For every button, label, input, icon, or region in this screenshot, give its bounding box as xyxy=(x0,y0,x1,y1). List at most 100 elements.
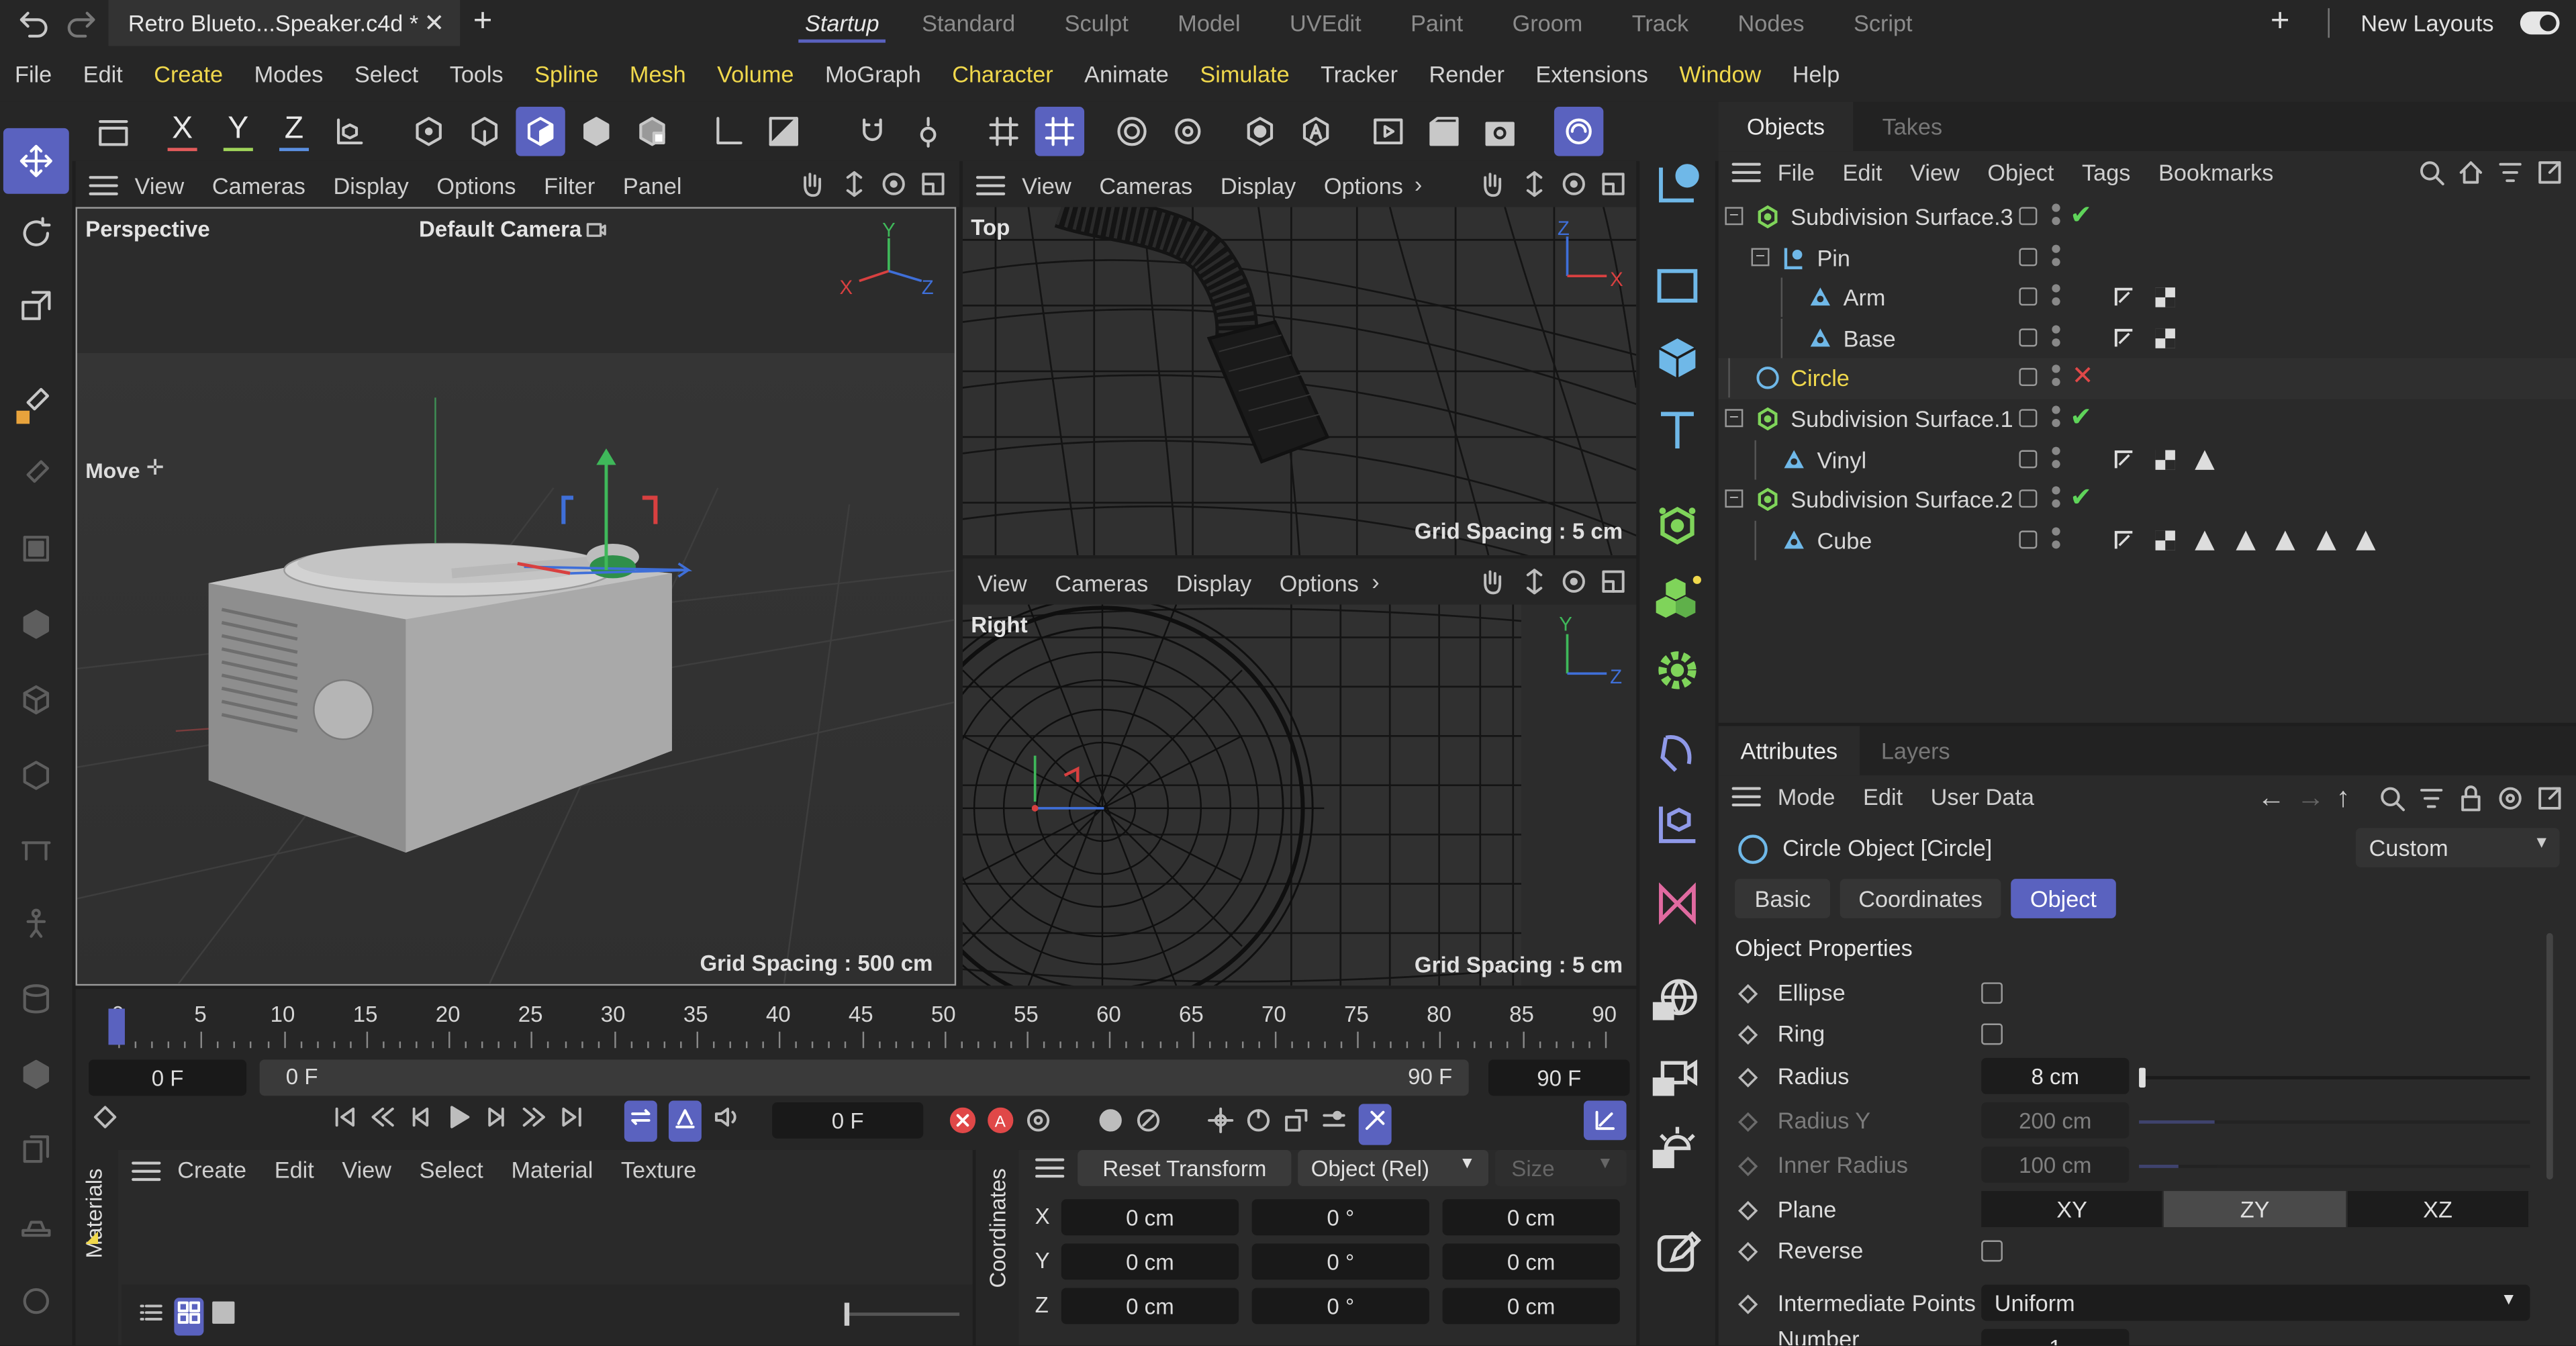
enabled-check-icon[interactable]: ✔ xyxy=(2070,199,2092,232)
layout-tab-paint[interactable]: Paint xyxy=(1411,0,1463,46)
menu-mesh[interactable]: Mesh xyxy=(630,61,686,87)
end-frame-field[interactable]: 90 F xyxy=(1488,1059,1630,1096)
go-to-end-icon[interactable] xyxy=(559,1104,585,1138)
visibility-dots-icon[interactable] xyxy=(2052,325,2060,334)
display-mode-icon[interactable] xyxy=(1235,107,1284,156)
gear-icon[interactable] xyxy=(1163,107,1212,156)
menu-volume[interactable]: Volume xyxy=(717,61,794,87)
viewport-menu-display[interactable]: Display xyxy=(333,173,408,199)
visibility-dots-icon[interactable] xyxy=(2052,446,2060,454)
selection-tag-icon[interactable] xyxy=(2314,528,2337,551)
polygons-mode-icon[interactable] xyxy=(516,107,565,156)
menu-create[interactable]: Create xyxy=(154,61,223,87)
subtab-object[interactable]: Object xyxy=(2010,879,2117,918)
sound-icon[interactable] xyxy=(713,1104,739,1138)
object-row-circle[interactable]: Circle ✕ xyxy=(1718,358,2576,399)
timeline-mode-icon[interactable] xyxy=(1583,1100,1627,1141)
layer-toggle-icon[interactable] xyxy=(2019,328,2038,346)
previous-key-icon[interactable] xyxy=(370,1104,396,1138)
workplane-icon[interactable] xyxy=(89,107,138,156)
subtab-coordinates[interactable]: Coordinates xyxy=(1840,879,2001,918)
layer-toggle-icon[interactable] xyxy=(2019,530,2038,548)
coord-x-pos-field[interactable]: 0 cm xyxy=(1061,1199,1239,1236)
layer-toggle-icon[interactable] xyxy=(2019,489,2038,508)
plane-option-zy[interactable]: ZY xyxy=(2164,1191,2348,1227)
layout-tab-script[interactable]: Script xyxy=(1854,0,1913,46)
layouts-toggle[interactable] xyxy=(2520,11,2560,35)
objects-menu-bookmarks[interactable]: Bookmarks xyxy=(2158,159,2273,185)
size-mode-select[interactable]: Size ▼ xyxy=(1494,1149,1627,1186)
uv-mode-icon[interactable] xyxy=(628,107,677,156)
workplane-snap-icon[interactable] xyxy=(1035,107,1085,156)
key-parameter-icon[interactable] xyxy=(1321,1107,1347,1141)
large-preview-icon[interactable] xyxy=(210,1300,236,1334)
viewport-menu-view[interactable]: View xyxy=(977,570,1027,596)
z-axis-lock-button[interactable]: Z xyxy=(269,107,318,156)
key-position-icon[interactable] xyxy=(1208,1107,1234,1141)
animate-diamond-icon[interactable] xyxy=(1738,1199,1758,1225)
maximize-view-icon[interactable] xyxy=(920,171,946,205)
viewport-menu-options[interactable]: Options xyxy=(436,173,516,199)
coord-y-scale-field[interactable]: 0 cm xyxy=(1442,1243,1620,1280)
maximize-view-icon[interactable] xyxy=(1600,171,1626,205)
play-icon[interactable] xyxy=(445,1104,471,1138)
deformer-gear-icon[interactable] xyxy=(1645,637,1711,703)
tab-layers[interactable]: Layers xyxy=(1860,726,1971,775)
redo-icon[interactable] xyxy=(62,7,99,51)
next-frame-icon[interactable] xyxy=(483,1104,509,1138)
menu-render[interactable]: Render xyxy=(1429,61,1504,87)
disabled-cross-icon[interactable]: ✕ xyxy=(2072,360,2094,393)
visibility-dots-icon[interactable] xyxy=(2052,244,2060,252)
menu-spline[interactable]: Spline xyxy=(534,61,598,87)
viewport-menu-cameras[interactable]: Cameras xyxy=(1055,570,1148,596)
layout-tab-track[interactable]: Track xyxy=(1632,0,1688,46)
key-scale-icon[interactable] xyxy=(1283,1107,1309,1141)
layout-tab-sculpt[interactable]: Sculpt xyxy=(1065,0,1129,46)
add-layout-icon[interactable]: + xyxy=(2271,3,2290,41)
layer-toggle-icon[interactable] xyxy=(2019,449,2038,468)
frame-input[interactable]: 0 F xyxy=(772,1102,924,1139)
attributes-menu-edit[interactable]: Edit xyxy=(1863,783,1903,810)
visibility-dots-icon[interactable] xyxy=(2052,203,2060,212)
attributes-menu-user-data[interactable]: User Data xyxy=(1931,783,2034,810)
enabled-check-icon[interactable]: ✔ xyxy=(2070,481,2092,514)
layout-tab-standard[interactable]: Standard xyxy=(922,0,1015,46)
attributes-menu-icon[interactable] xyxy=(1728,779,1764,823)
previous-frame-icon[interactable] xyxy=(408,1104,434,1138)
keyframe-diamond-icon[interactable] xyxy=(92,1104,118,1138)
menu-character[interactable]: Character xyxy=(952,61,1053,87)
selection-tag-icon[interactable] xyxy=(2354,528,2377,551)
objects-menu-edit[interactable]: Edit xyxy=(1843,159,1882,185)
coord-x-scale-field[interactable]: 0 cm xyxy=(1442,1199,1620,1236)
animate-diamond-icon[interactable] xyxy=(1738,982,1758,1008)
coord-z-pos-field[interactable]: 0 cm xyxy=(1061,1288,1239,1325)
viewport-menu-cameras[interactable]: Cameras xyxy=(212,173,305,199)
coordinate-mode-select[interactable]: Object (Rel) ▼ xyxy=(1298,1149,1489,1186)
coord-y-rot-field[interactable]: 0 ° xyxy=(1251,1243,1429,1280)
search-icon[interactable] xyxy=(2418,159,2444,193)
subtab-basic[interactable]: Basic xyxy=(1735,879,1831,918)
radius-input[interactable]: 8 cm xyxy=(1981,1057,2130,1094)
object-row-pin[interactable]: − Pin xyxy=(1719,238,2576,278)
more-menu-chevron-icon[interactable]: › xyxy=(1372,569,1379,595)
next-key-icon[interactable] xyxy=(521,1104,547,1138)
phong-tag-icon[interactable] xyxy=(2113,528,2136,551)
materials-menu-select[interactable]: Select xyxy=(420,1157,483,1183)
y-axis-lock-button[interactable]: Y xyxy=(213,107,263,156)
key-rotation-icon[interactable] xyxy=(1245,1107,1272,1141)
coord-z-scale-field[interactable]: 0 cm xyxy=(1442,1288,1620,1325)
grid-snap-icon[interactable] xyxy=(979,107,1028,156)
visibility-dots-icon[interactable] xyxy=(2052,365,2060,374)
field-icon[interactable] xyxy=(1645,791,1711,857)
thumbnail-size-slider[interactable] xyxy=(844,1302,960,1326)
tab-objects[interactable]: Objects xyxy=(1718,101,1854,152)
undo-icon[interactable] xyxy=(16,7,52,51)
object-row-subdivision-surface-1[interactable]: − Subdivision Surface.1 ✔ xyxy=(1719,399,2576,440)
key-settings-icon[interactable] xyxy=(1025,1107,1051,1141)
lock-icon[interactable] xyxy=(2458,785,2484,820)
pose-record-icon[interactable] xyxy=(1135,1107,1161,1141)
uvw-tag-icon[interactable] xyxy=(2153,286,2176,309)
grid-view-icon[interactable] xyxy=(174,1298,204,1336)
layout-tab-nodes[interactable]: Nodes xyxy=(1738,0,1805,46)
menu-tracker[interactable]: Tracker xyxy=(1321,61,1398,87)
